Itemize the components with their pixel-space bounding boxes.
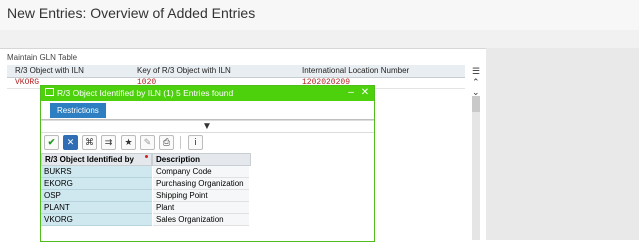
- grid-key-cell[interactable]: EKORG: [41, 178, 152, 190]
- personal-list-icon[interactable]: ★: [121, 135, 136, 150]
- print-icon[interactable]: ⎙: [159, 135, 174, 150]
- dialog-tabs: Restrictions: [41, 101, 374, 120]
- table-title: Maintain GLN Table: [7, 53, 78, 62]
- col-header-iln[interactable]: International Location Number: [302, 66, 409, 75]
- tab-restrictions[interactable]: Restrictions: [50, 103, 106, 118]
- grid-desc-cell[interactable]: Shipping Point: [153, 190, 249, 202]
- col-header-object[interactable]: R/3 Object with ILN: [15, 66, 84, 75]
- grid-key-cell[interactable]: PLANT: [41, 202, 152, 214]
- dialog-header[interactable]: R/3 Object Identified by ILN (1) 5 Entri…: [41, 86, 374, 101]
- grid-key-cell[interactable]: BUKRS: [41, 166, 152, 178]
- close-icon[interactable]: ✕: [359, 87, 371, 99]
- grid-header-description-label: Description: [156, 155, 201, 164]
- dialog-title: R/3 Object Identified by ILN (1): [57, 88, 174, 98]
- cancel-icon[interactable]: ✕: [63, 135, 78, 150]
- cell-object[interactable]: VKORG: [15, 78, 39, 87]
- ok-checkmark-icon[interactable]: ✔: [44, 135, 59, 150]
- grid-header-object[interactable]: R/3 Object Identified by: [41, 153, 152, 166]
- right-panel: [486, 48, 639, 240]
- info-icon[interactable]: ⅰ: [188, 135, 203, 150]
- find-next-icon[interactable]: ⇉: [101, 135, 116, 150]
- grid-header-object-label: R/3 Object Identified by: [45, 155, 134, 164]
- vertical-scrollbar[interactable]: [470, 96, 482, 240]
- divider: [41, 132, 374, 133]
- grid-key-cell[interactable]: OSP: [41, 190, 152, 202]
- value-help-dialog: R/3 Object Identified by ILN (1) 5 Entri…: [40, 85, 375, 242]
- col-header-key[interactable]: Key of R/3 Object with ILN: [137, 66, 231, 75]
- toolbar-separator: [180, 136, 181, 149]
- sort-indicator-icon: [145, 155, 148, 158]
- window-title: New Entries: Overview of Added Entries: [7, 5, 256, 21]
- grid-desc-cell[interactable]: Plant: [153, 202, 249, 214]
- edit-pencil-icon[interactable]: ✎: [140, 135, 155, 150]
- entries-count: 5 Entries found: [176, 88, 234, 98]
- grid-header-description[interactable]: Description: [152, 153, 251, 166]
- filter-toggle-icon[interactable]: ▼: [202, 121, 212, 132]
- grid-desc-cell[interactable]: Company Code: [153, 166, 249, 178]
- title-bar: New Entries: Overview of Added Entries: [0, 0, 639, 30]
- grid-key-cell[interactable]: VKORG: [41, 214, 152, 226]
- table-header: R/3 Object with ILN Key of R/3 Object wi…: [7, 65, 465, 78]
- dialog-toolbar: ✔ ✕ ⌘ ⇉ ★ ✎ ⎙ ⅰ: [41, 134, 374, 152]
- column-settings-icon[interactable]: ☰: [472, 66, 480, 77]
- find-binoculars-icon[interactable]: ⌘: [82, 135, 97, 150]
- dialog-window-icon: [45, 88, 54, 96]
- grid-desc-cell[interactable]: Purchasing Organization: [153, 178, 249, 190]
- minimize-icon[interactable]: –: [345, 87, 357, 99]
- grid-desc-cell[interactable]: Sales Organization: [153, 214, 249, 226]
